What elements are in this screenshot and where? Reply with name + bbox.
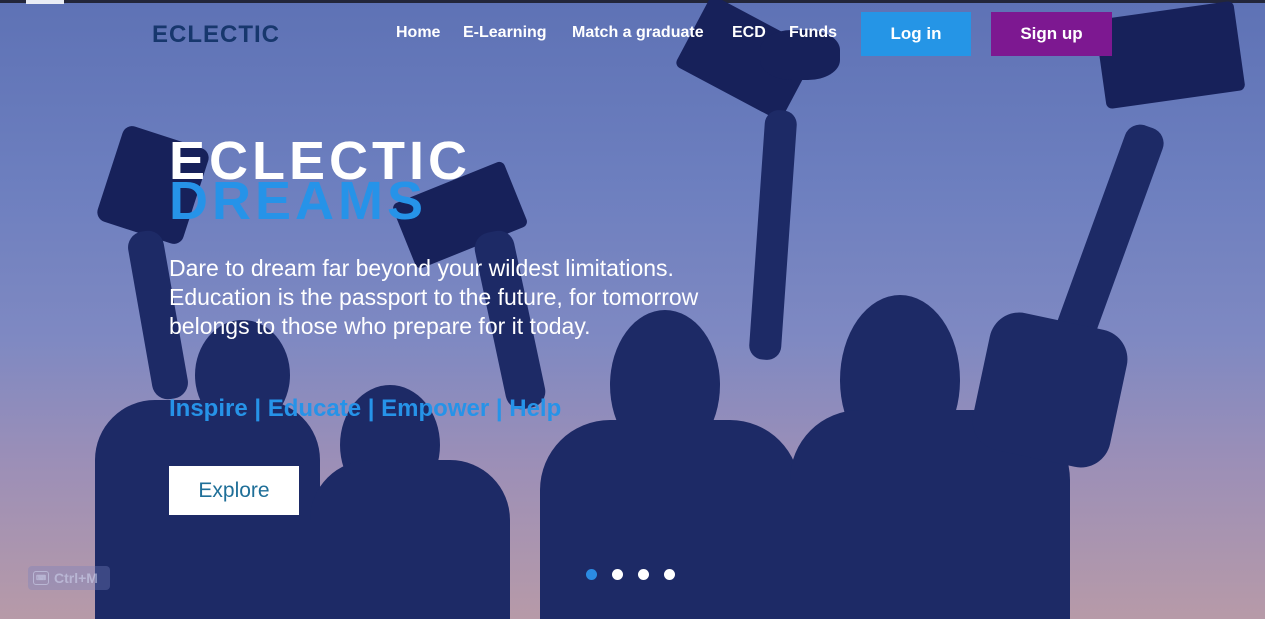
carousel-dot-4[interactable] [664,569,675,580]
carousel-dot-1[interactable] [586,569,597,580]
signup-button[interactable]: Sign up [991,12,1112,56]
top-border [0,0,1265,3]
nav-link-match-a-graduate[interactable]: Match a graduate [572,24,704,42]
login-button[interactable]: Log in [861,12,971,56]
nav-link-funds[interactable]: Funds [789,24,837,42]
corner-mark [26,0,64,4]
carousel-dot-2[interactable] [612,569,623,580]
hero-tagline: Inspire | Educate | Empower | Help [169,395,562,422]
hero-banner: ECLECTIC Home E-Learning Match a graduat… [0,0,1265,619]
hero-description-line3: belongs to those who prepare for it toda… [169,313,591,339]
hero-title-line2: DREAMS [169,171,428,231]
explore-button[interactable]: Explore [169,466,299,515]
nav-link-ecd[interactable]: ECD [732,24,766,42]
carousel-dot-3[interactable] [638,569,649,580]
hero-description: Dare to dream far beyond your wildest li… [169,254,769,341]
nav-link-home[interactable]: Home [396,24,440,42]
brand-logo[interactable]: ECLECTIC [152,21,280,49]
hero-description-line1: Dare to dream far beyond your wildest li… [169,255,674,281]
shortcut-hint: ⌨ Ctrl+M [28,566,110,590]
hero-description-line2: Education is the passport to the future,… [169,284,699,310]
carousel-indicators [586,569,675,580]
nav-link-e-learning[interactable]: E-Learning [463,24,547,42]
keyboard-icon: ⌨ [33,571,49,585]
shortcut-label: Ctrl+M [54,570,98,586]
